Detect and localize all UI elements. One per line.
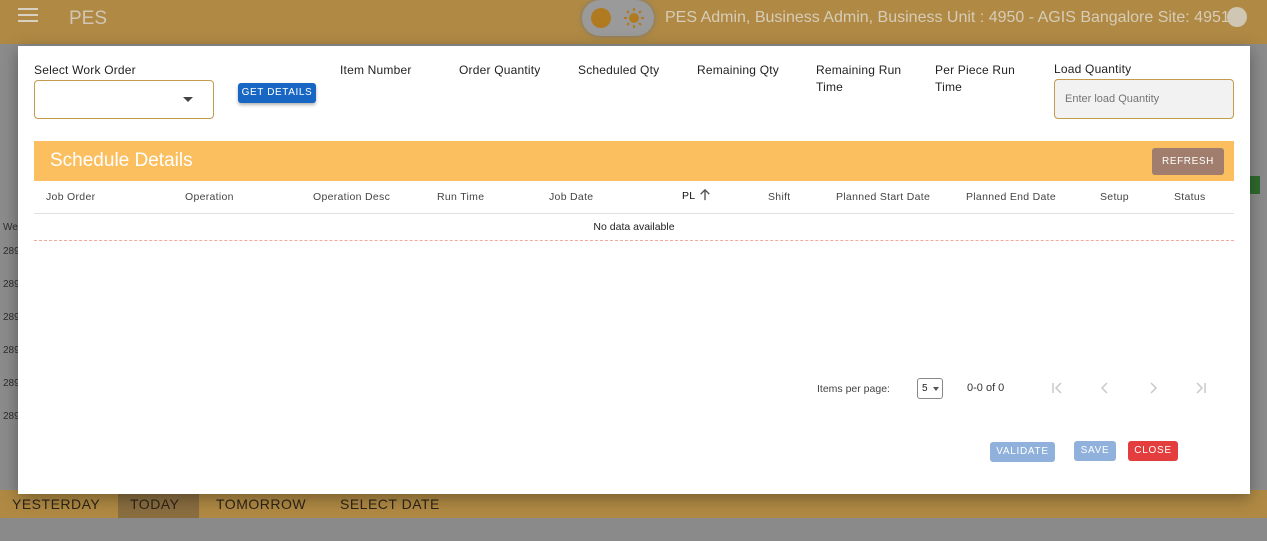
next-page-icon[interactable] bbox=[1145, 380, 1161, 396]
page-range: 0-0 of 0 bbox=[967, 382, 1005, 394]
column-shift[interactable]: Shift bbox=[768, 191, 791, 203]
column-job-order[interactable]: Job Order bbox=[46, 191, 95, 203]
paginator: Items per page: 5 0-0 of 0 bbox=[18, 376, 1250, 402]
column-operation[interactable]: Operation bbox=[185, 191, 234, 203]
page-size-select[interactable]: 5 bbox=[917, 378, 943, 399]
tab-tomorrow[interactable]: TOMORROW bbox=[204, 490, 318, 518]
work-order-select[interactable] bbox=[34, 80, 214, 119]
item-number-label: Item Number bbox=[340, 63, 412, 77]
chevron-down-icon bbox=[933, 387, 939, 391]
theme-toggle[interactable] bbox=[582, 0, 654, 36]
refresh-button[interactable]: REFRESH bbox=[1152, 148, 1224, 175]
load-quantity-label: Load Quantity bbox=[1054, 62, 1132, 76]
chevron-down-icon bbox=[183, 97, 193, 102]
scheduled-qty-label: Scheduled Qty bbox=[578, 63, 660, 77]
sort-arrow-up-icon bbox=[700, 189, 711, 201]
last-page-icon[interactable] bbox=[1193, 380, 1209, 396]
get-details-button[interactable]: GET DETAILS bbox=[238, 83, 316, 103]
column-pl-label: PL bbox=[682, 190, 696, 202]
user-info: PES Admin, Business Admin, Business Unit… bbox=[665, 9, 1239, 26]
column-status[interactable]: Status bbox=[1174, 191, 1206, 203]
schedule-table-header: Job Order Operation Operation Desc Run T… bbox=[34, 181, 1234, 214]
per-piece-run-time-line1: Per Piece Run bbox=[935, 63, 1015, 77]
order-quantity-label: Order Quantity bbox=[459, 63, 541, 77]
remaining-qty-label: Remaining Qty bbox=[697, 63, 779, 77]
schedule-details-header: Schedule Details REFRESH bbox=[34, 141, 1234, 181]
app-toolbar: PES PES Admin, Business Admin, Business … bbox=[0, 0, 1267, 44]
remaining-run-time-line2: Time bbox=[816, 80, 844, 94]
toggle-knob bbox=[591, 8, 611, 28]
background-footer bbox=[0, 518, 1267, 541]
date-tabs: YESTERDAY TODAY TOMORROW SELECT DATE bbox=[0, 490, 1267, 518]
tab-yesterday[interactable]: YESTERDAY bbox=[0, 490, 112, 518]
items-per-page-label: Items per page: bbox=[817, 383, 890, 395]
previous-page-icon[interactable] bbox=[1097, 380, 1113, 396]
background-header-fragment: We bbox=[3, 222, 18, 233]
column-setup[interactable]: Setup bbox=[1100, 191, 1129, 203]
column-planned-end-date[interactable]: Planned End Date bbox=[966, 191, 1056, 203]
save-button[interactable]: SAVE bbox=[1074, 441, 1116, 461]
validate-button[interactable]: VALIDATE bbox=[990, 442, 1055, 462]
page-size-value: 5 bbox=[922, 383, 928, 394]
sun-icon bbox=[624, 8, 644, 28]
no-data-row: No data available bbox=[34, 214, 1234, 241]
remaining-run-time-line1: Remaining Run bbox=[816, 63, 902, 77]
column-job-date[interactable]: Job Date bbox=[549, 191, 593, 203]
schedule-details-title: Schedule Details bbox=[50, 150, 193, 171]
first-page-icon[interactable] bbox=[1049, 380, 1065, 396]
close-button[interactable]: CLOSE bbox=[1128, 441, 1178, 461]
column-pl[interactable]: PL bbox=[682, 189, 712, 202]
menu-icon[interactable] bbox=[18, 8, 38, 24]
schedule-dialog: Select Work Order GET DETAILS Item Numbe… bbox=[18, 46, 1250, 494]
column-run-time[interactable]: Run Time bbox=[437, 191, 484, 203]
per-piece-run-time-label: Per Piece Run Time bbox=[935, 62, 1015, 96]
per-piece-run-time-line2: Time bbox=[935, 80, 963, 94]
load-quantity-input[interactable] bbox=[1054, 79, 1234, 119]
account-icon[interactable] bbox=[1227, 7, 1247, 27]
select-work-order-label: Select Work Order bbox=[34, 63, 136, 77]
tab-select-date[interactable]: SELECT DATE bbox=[328, 490, 452, 518]
column-planned-start-date[interactable]: Planned Start Date bbox=[836, 191, 930, 203]
tab-today[interactable]: TODAY bbox=[118, 490, 199, 518]
remaining-run-time-label: Remaining Run Time bbox=[816, 62, 901, 96]
app-title: PES bbox=[69, 8, 108, 29]
column-operation-desc[interactable]: Operation Desc bbox=[313, 191, 390, 203]
